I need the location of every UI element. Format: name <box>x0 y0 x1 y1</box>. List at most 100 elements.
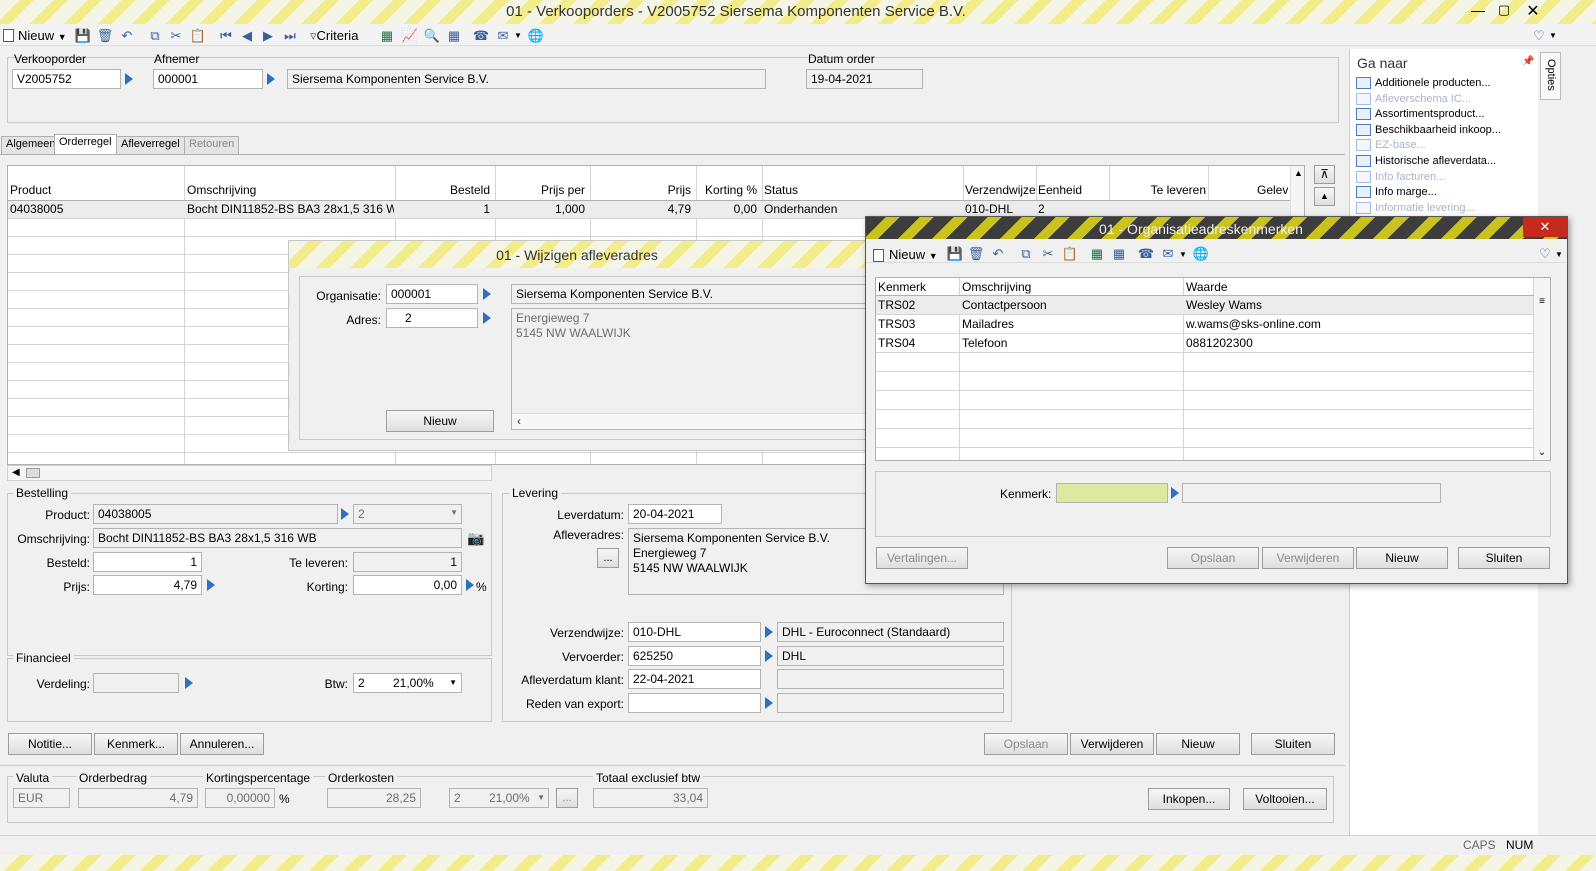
kcell-2-0[interactable]: TRS04 <box>878 336 915 350</box>
tab-algemeen[interactable]: Algemeen <box>1 136 61 154</box>
phone-icon[interactable]: ☎ <box>472 27 490 45</box>
kcell-1-0[interactable]: TRS03 <box>878 317 915 331</box>
inkopen-button[interactable]: Inkopen... <box>1148 788 1230 810</box>
last-record-icon[interactable]: ⏭ <box>281 27 299 45</box>
mail-icon[interactable]: ✉ <box>494 27 512 45</box>
product-field[interactable]: 04038005 <box>93 504 338 524</box>
ganaar-item[interactable]: Afleverschema IC... <box>1356 92 1471 105</box>
save-icon[interactable]: 💾 <box>74 27 92 45</box>
kenmerken-nieuw-button[interactable]: Nieuw <box>1356 547 1448 569</box>
kcell-1-2[interactable]: w.wams@sks-online.com <box>1186 317 1321 331</box>
cell-product[interactable]: 04038005 <box>10 202 63 216</box>
cell-prijs-per[interactable]: 1,000 <box>555 202 585 216</box>
cell-verzendwijze[interactable]: 010-DHL <box>965 202 1013 216</box>
cell-prijs[interactable]: 4,79 <box>668 202 691 216</box>
kenmerken-verwijderen-button[interactable]: Verwijderen <box>1262 547 1354 569</box>
next-record-icon[interactable]: ▶ <box>259 27 277 45</box>
camera-icon[interactable]: 📷 <box>467 530 484 547</box>
leverdatum-field[interactable]: 20-04-2021 <box>628 504 722 524</box>
col-status[interactable]: Status <box>764 183 798 197</box>
kcell-2-2[interactable]: 0881202300 <box>1186 336 1253 350</box>
col-prijs[interactable]: Prijs <box>668 183 691 197</box>
btw-select[interactable]: 2 21,00% ▼ <box>353 673 462 693</box>
chart-icon[interactable]: 📈 <box>401 27 419 45</box>
ganaar-item[interactable]: Additionele producten... <box>1356 77 1491 89</box>
cell-eenheid[interactable]: 2 <box>1038 202 1045 216</box>
cell-omschrijving[interactable]: Bocht DIN11852-BS BA3 28x1,5 316 W <box>187 202 394 216</box>
kenmerken-close-icon[interactable]: ✕ <box>1523 217 1567 237</box>
korting-field[interactable]: 0,00 <box>353 575 462 595</box>
tab-retouren[interactable]: Retouren <box>184 136 240 154</box>
kcell-1-1[interactable]: Mailadres <box>962 317 1014 331</box>
tab-afleverregel[interactable]: Afleverregel <box>116 136 185 154</box>
tab-orderregel[interactable]: Orderregel <box>54 134 117 155</box>
undo-icon[interactable]: ↶ <box>118 27 136 45</box>
wijzigen-nieuw-button[interactable]: Nieuw <box>386 410 494 432</box>
adres-field[interactable]: 2 <box>386 308 478 328</box>
scroll-thumb[interactable] <box>26 468 40 478</box>
scroll-left-icon[interactable]: ◀ <box>12 467 20 478</box>
afnemer-arrow-icon[interactable] <box>267 73 275 85</box>
vertalingen-button[interactable]: Vertalingen... <box>876 547 968 569</box>
col-eenheid[interactable]: Eenheid <box>1038 183 1082 197</box>
adres-arrow-icon[interactable] <box>483 312 491 324</box>
kcell-0-2[interactable]: Wesley Wams <box>1186 298 1262 312</box>
favorites-dropdown-icon[interactable]: ▼ <box>1549 31 1557 40</box>
col-te-leveren[interactable]: Te leveren <box>1151 183 1206 197</box>
kcell-0-1[interactable]: Contactpersoon <box>962 298 1047 312</box>
ganaar-item[interactable]: Info marge... <box>1356 186 1437 199</box>
prijs-field[interactable]: 4,79 <box>93 575 202 595</box>
paste-icon[interactable]: 📋 <box>189 27 207 45</box>
omschrijving-field[interactable]: Bocht DIN11852-BS BA3 28x1,5 316 WB <box>93 528 462 548</box>
ganaar-item[interactable]: Informatie levering... <box>1356 201 1475 214</box>
kenmerken-cut-icon[interactable]: ✂ <box>1039 245 1057 263</box>
kenmerk-button[interactable]: Kenmerk... <box>94 733 178 755</box>
ganaar-item[interactable]: Assortimentsproduct... <box>1356 108 1484 121</box>
besteld-field[interactable]: 1 <box>93 552 202 572</box>
col-prijs-per[interactable]: Prijs per <box>541 183 585 197</box>
close-icon[interactable]: ✕ <box>1522 1 1544 20</box>
voltooien-button[interactable]: Voltooien... <box>1243 788 1327 810</box>
opties-tab[interactable]: Opties <box>1540 52 1561 100</box>
kenmerken-excel-icon[interactable]: ▦ <box>1088 245 1106 263</box>
cut-icon[interactable]: ✂ <box>167 27 185 45</box>
mail-dropdown-icon[interactable]: ▼ <box>514 31 522 40</box>
kenmerken-vscroll[interactable]: ≡ ⌄ <box>1534 278 1550 460</box>
col-omschrijving[interactable]: Omschrijving <box>187 183 256 197</box>
annuleren-button[interactable]: Annuleren... <box>180 733 264 755</box>
grid-icon[interactable]: ▦ <box>445 27 463 45</box>
kenmerken-favorites-dropdown-icon[interactable]: ▼ <box>1555 250 1563 259</box>
kenmerk-arrow-icon[interactable] <box>1171 487 1179 499</box>
afleveradres-dots-button[interactable]: ... <box>597 548 619 568</box>
afleverdatum-klant-field[interactable]: 22-04-2021 <box>628 669 761 689</box>
col-besteld[interactable]: Besteld <box>450 183 490 197</box>
verwijderen-button[interactable]: Verwijderen <box>1070 733 1154 755</box>
verkooporder-field[interactable]: V2005752 <box>12 69 121 89</box>
binoculars-icon[interactable]: 🔍 <box>423 27 441 45</box>
cell-status[interactable]: Onderhanden <box>764 202 837 216</box>
ganaar-item[interactable]: Historische afleverdata... <box>1356 155 1496 167</box>
scroll-left-icon[interactable]: ‹ <box>517 414 521 429</box>
globe-icon[interactable]: 🌐 <box>527 27 545 45</box>
col-korting[interactable]: Korting % <box>705 183 757 197</box>
organisatie-field[interactable]: 000001 <box>386 284 478 304</box>
favorites-icon[interactable]: ♡ <box>1530 27 1548 45</box>
kenmerken-undo-icon[interactable]: ↶ <box>989 245 1007 263</box>
kenmerken-globe-icon[interactable]: 🌐 <box>1192 245 1210 263</box>
kcell-0-0[interactable]: TRS02 <box>878 298 915 312</box>
excel-icon[interactable]: ▦ <box>378 27 396 45</box>
verdeling-arrow-icon[interactable] <box>185 677 193 689</box>
verdeling-field[interactable] <box>93 673 179 693</box>
afnemer-field[interactable]: 000001 <box>153 69 263 89</box>
kenmerk-field[interactable] <box>1056 483 1168 503</box>
criteria-button[interactable]: ▿Criteria <box>310 28 358 44</box>
maximize-icon[interactable]: ▢ <box>1494 2 1514 20</box>
kenmerken-sluiten-button[interactable]: Sluiten <box>1458 547 1550 569</box>
col-geleverd[interactable]: Gelev <box>1257 183 1288 197</box>
kenmerken-new-button[interactable]: Nieuw ▼ <box>889 247 938 262</box>
pin-icon[interactable]: 📌 <box>1522 56 1534 67</box>
unit-select[interactable]: 2 ▼ <box>353 504 462 524</box>
new-button[interactable]: Nieuw ▼ <box>18 28 67 43</box>
copy-icon[interactable]: ⧉ <box>146 27 164 45</box>
kcol-omschrijving[interactable]: Omschrijving <box>962 280 1031 294</box>
